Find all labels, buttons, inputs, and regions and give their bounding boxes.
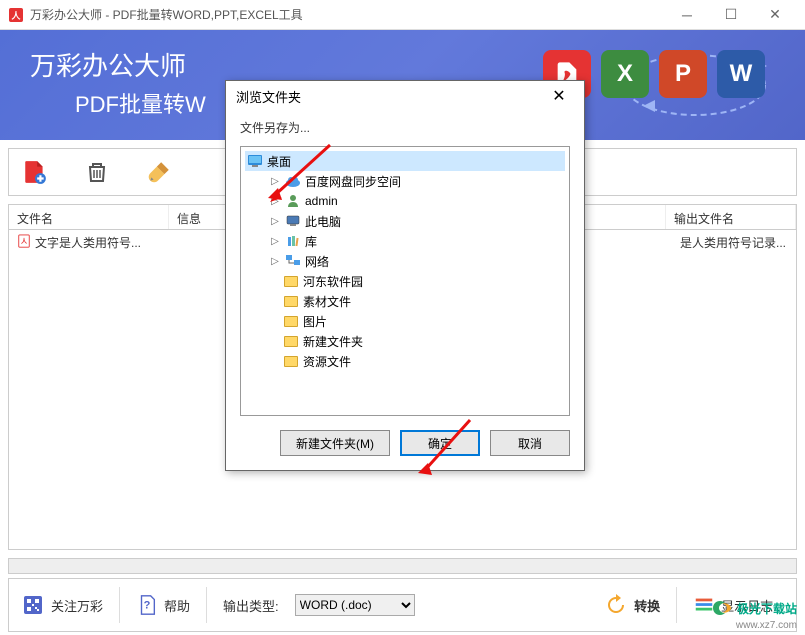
separator (676, 587, 677, 623)
maximize-button[interactable]: ☐ (709, 1, 753, 29)
dialog-buttons: 新建文件夹(M) 确定 取消 (226, 416, 584, 470)
bottom-bar: 关注万彩 ? 帮助 输出类型: WORD (.doc) 转换 显示日志... (8, 578, 797, 632)
tree-folder-tupian[interactable]: 图片 (245, 311, 565, 331)
tree-network[interactable]: ▷ 网络 (245, 251, 565, 271)
tree-desktop[interactable]: 桌面 (245, 151, 565, 171)
folder-tree[interactable]: 桌面 ▷ 百度网盘同步空间 ▷ admin ▷ 此电脑 ▷ 库 ▷ 网络 (240, 146, 570, 416)
expand-icon[interactable]: ▷ (269, 236, 281, 247)
watermark: 极光下载站 www.xz7.com (711, 599, 797, 631)
convert-label: 转换 (634, 596, 660, 615)
convert-button[interactable]: 转换 (604, 593, 660, 617)
tree-admin[interactable]: ▷ admin (245, 191, 565, 211)
delete-button[interactable] (81, 156, 113, 188)
title-bar: 人 万彩办公大师 - PDF批量转WORD,PPT,EXCEL工具 ─ ☐ ✕ (0, 0, 805, 30)
help-button[interactable]: ? 帮助 (136, 594, 190, 616)
folder-icon (283, 293, 299, 309)
clear-button[interactable] (143, 156, 175, 188)
ok-button[interactable]: 确定 (400, 430, 480, 456)
help-label: 帮助 (164, 596, 190, 615)
browse-folder-dialog: 浏览文件夹 ✕ 文件另存为... 桌面 ▷ 百度网盘同步空间 ▷ admin ▷… (225, 80, 585, 471)
dialog-close-button[interactable]: ✕ (544, 81, 574, 111)
pdf-app-icon: 人 (8, 7, 24, 23)
tree-library[interactable]: ▷ 库 (245, 231, 565, 251)
svg-text:?: ? (144, 600, 151, 612)
expand-icon[interactable]: ▷ (269, 196, 281, 207)
progress-bar (8, 558, 797, 574)
minimize-button[interactable]: ─ (665, 1, 709, 29)
output-type-select[interactable]: WORD (.doc) (295, 594, 415, 616)
desktop-icon (247, 153, 263, 169)
expand-icon[interactable]: ▷ (269, 256, 281, 267)
cloud-folder-icon (285, 173, 301, 189)
dialog-titlebar: 浏览文件夹 ✕ (226, 81, 584, 111)
separator (206, 587, 207, 623)
about-button[interactable]: 关注万彩 (21, 593, 103, 617)
tree-thispc[interactable]: ▷ 此电脑 (245, 211, 565, 231)
excel-badge: X (601, 50, 649, 98)
pdf-file-icon: 人 (17, 234, 31, 251)
folder-icon (283, 353, 299, 369)
watermark-name: 极光下载站 (737, 600, 797, 617)
file-name: 文字是人类用符号... (35, 234, 141, 251)
tree-baidu[interactable]: ▷ 百度网盘同步空间 (245, 171, 565, 191)
word-badge: W (717, 50, 765, 98)
svg-text:人: 人 (10, 10, 21, 21)
network-icon (285, 253, 301, 269)
header-filename[interactable]: 文件名 (9, 205, 169, 229)
ppt-badge: P (659, 50, 707, 98)
about-label: 关注万彩 (51, 596, 103, 615)
output-type-label: 输出类型: (223, 596, 279, 615)
separator (119, 587, 120, 623)
computer-icon (285, 213, 301, 229)
user-icon (285, 193, 301, 209)
dialog-title: 浏览文件夹 (236, 87, 301, 106)
dialog-save-as-label: 文件另存为... (226, 111, 584, 146)
svg-text:人: 人 (20, 238, 28, 246)
tree-folder-hedong[interactable]: 河东软件园 (245, 271, 565, 291)
new-folder-button[interactable]: 新建文件夹(M) (280, 430, 390, 456)
logo-icon (711, 599, 733, 617)
header-output[interactable]: 输出文件名 (666, 205, 796, 229)
output-name: 是人类用符号记录... (680, 234, 786, 251)
add-pdf-button[interactable] (19, 156, 51, 188)
library-icon (285, 233, 301, 249)
watermark-url: www.xz7.com (711, 620, 797, 631)
folder-icon (283, 333, 299, 349)
window-title: 万彩办公大师 - PDF批量转WORD,PPT,EXCEL工具 (30, 6, 665, 23)
tree-folder-ziyuan[interactable]: 资源文件 (245, 351, 565, 371)
expand-icon[interactable]: ▷ (269, 216, 281, 227)
folder-icon (283, 273, 299, 289)
folder-icon (283, 313, 299, 329)
expand-icon[interactable]: ▷ (269, 176, 281, 187)
cancel-button[interactable]: 取消 (490, 430, 570, 456)
tree-folder-xinjian[interactable]: 新建文件夹 (245, 331, 565, 351)
tree-folder-sucai[interactable]: 素材文件 (245, 291, 565, 311)
close-button[interactable]: ✕ (753, 1, 797, 29)
